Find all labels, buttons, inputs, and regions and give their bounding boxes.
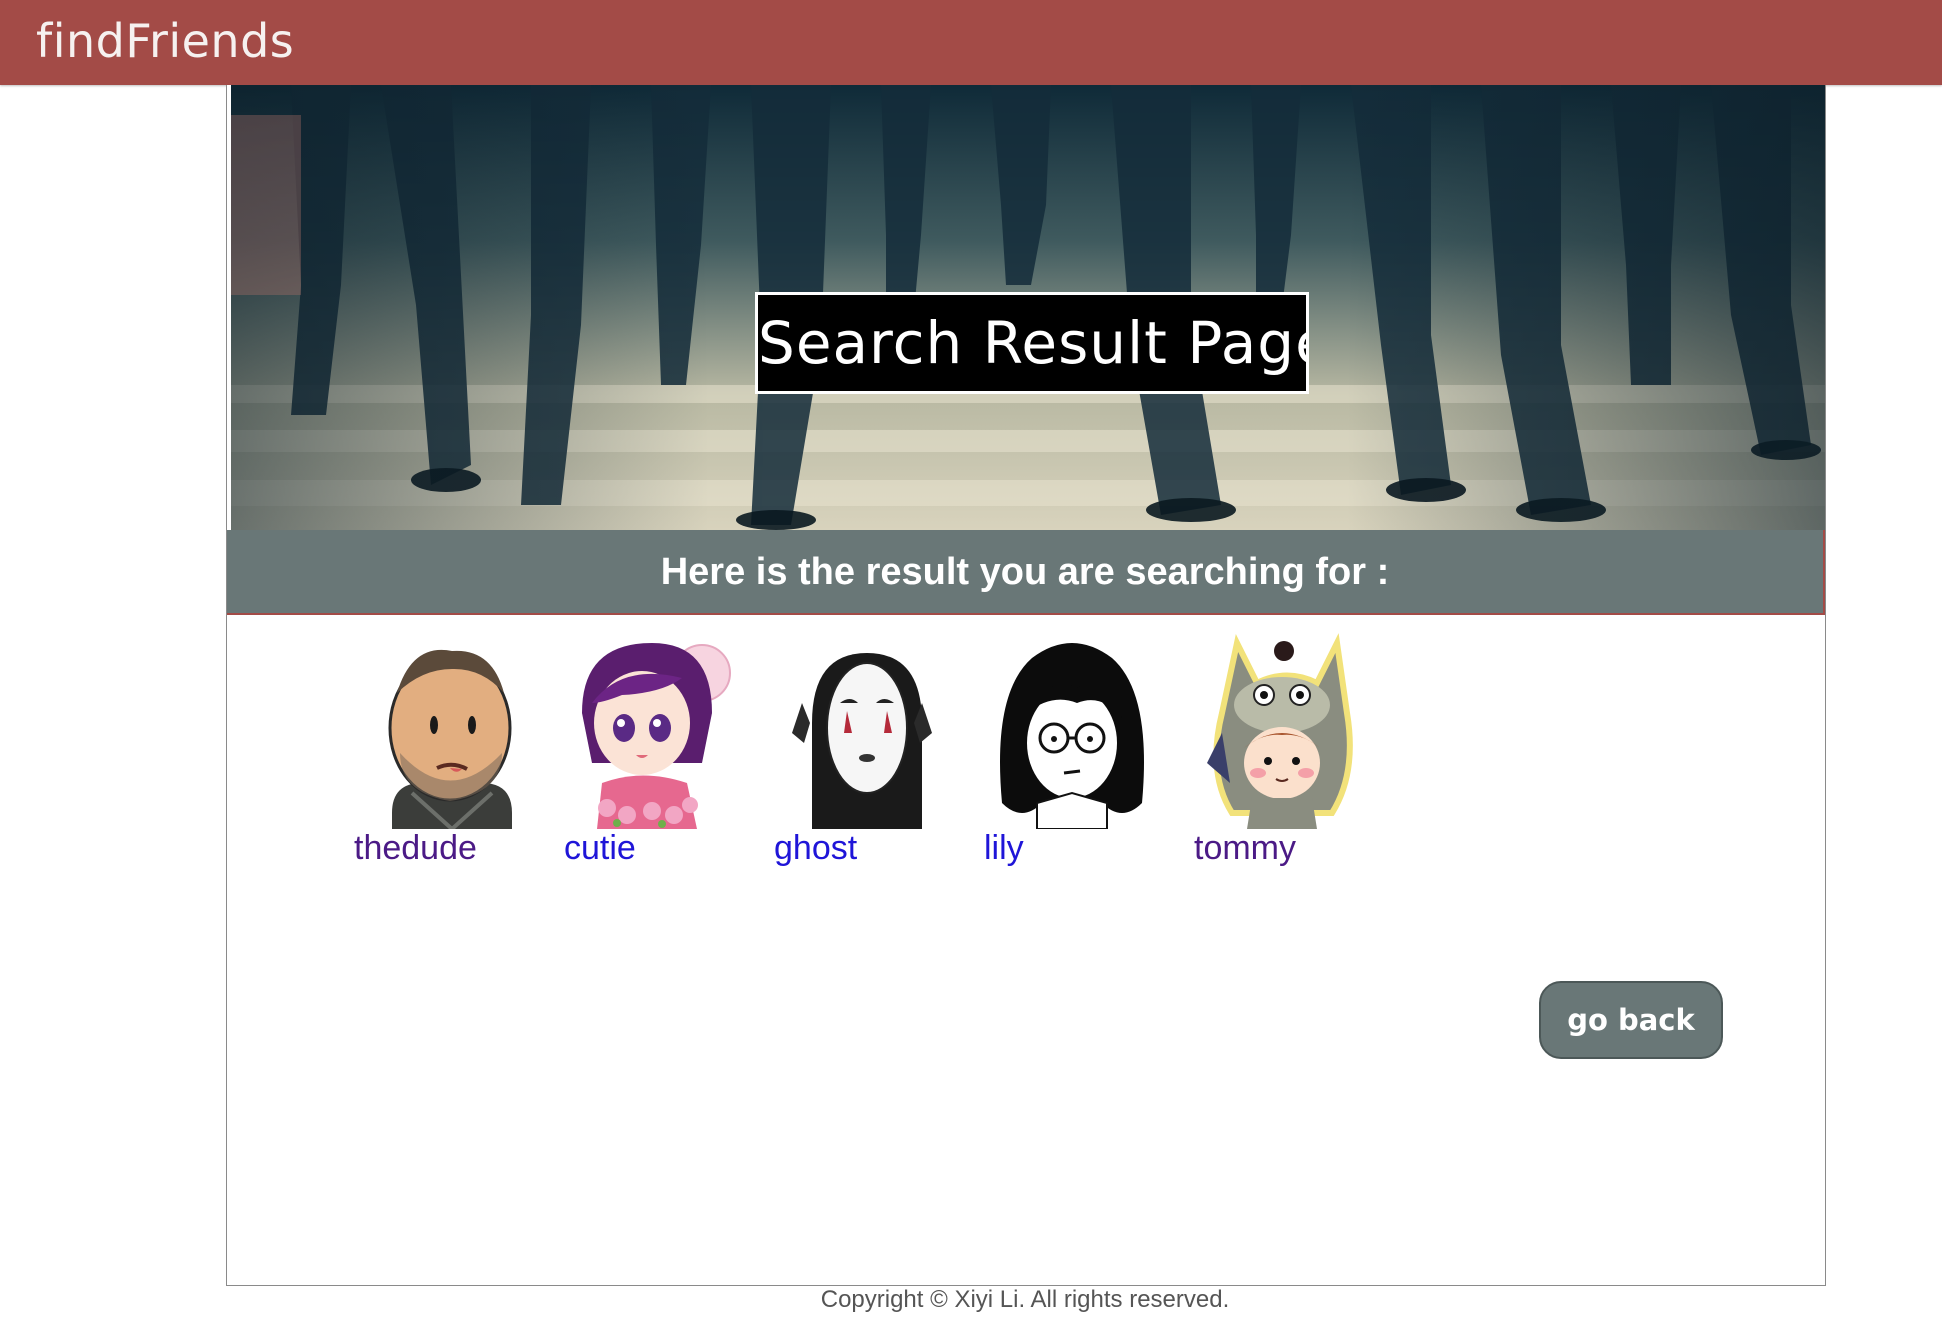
page-title: Search Result Page [755, 292, 1309, 394]
friend-card-lily[interactable]: lily [982, 633, 1162, 883]
friend-link-lily[interactable]: lily [984, 829, 1024, 868]
girl-with-glasses-avatar[interactable] [982, 633, 1162, 829]
friend-card-ghost[interactable]: ghost [772, 633, 952, 883]
main-container: Search Result Page Here is the result yo… [226, 85, 1826, 1286]
friend-card-thedude[interactable]: thedude [352, 633, 532, 883]
boy-totoro-costume-avatar[interactable] [1192, 633, 1372, 829]
footer-copyright: Copyright © Xiyi Li. All rights reserved… [820, 1286, 1230, 1313]
result-heading-bar: Here is the result you are searching for… [227, 530, 1825, 615]
brand-logo[interactable]: findFriends [36, 14, 294, 68]
top-navbar: findFriends [0, 0, 1942, 85]
bald-bearded-man-avatar[interactable] [352, 633, 532, 829]
friend-results-list: thedude cutie ghost lily tommy [352, 633, 1452, 893]
friend-link-cutie[interactable]: cutie [564, 829, 636, 868]
go-back-button[interactable]: go back [1539, 981, 1723, 1059]
friend-card-cutie[interactable]: cutie [562, 633, 742, 883]
friend-link-thedude[interactable]: thedude [354, 829, 477, 868]
friend-link-ghost[interactable]: ghost [774, 829, 857, 868]
hero-banner: Search Result Page [231, 85, 1825, 530]
anime-girl-avatar[interactable] [562, 633, 742, 829]
no-face-spirit-avatar[interactable] [772, 633, 952, 829]
friend-link-tommy[interactable]: tommy [1194, 829, 1296, 868]
result-heading: Here is the result you are searching for… [660, 551, 1390, 593]
friend-card-tommy[interactable]: tommy [1192, 633, 1372, 883]
